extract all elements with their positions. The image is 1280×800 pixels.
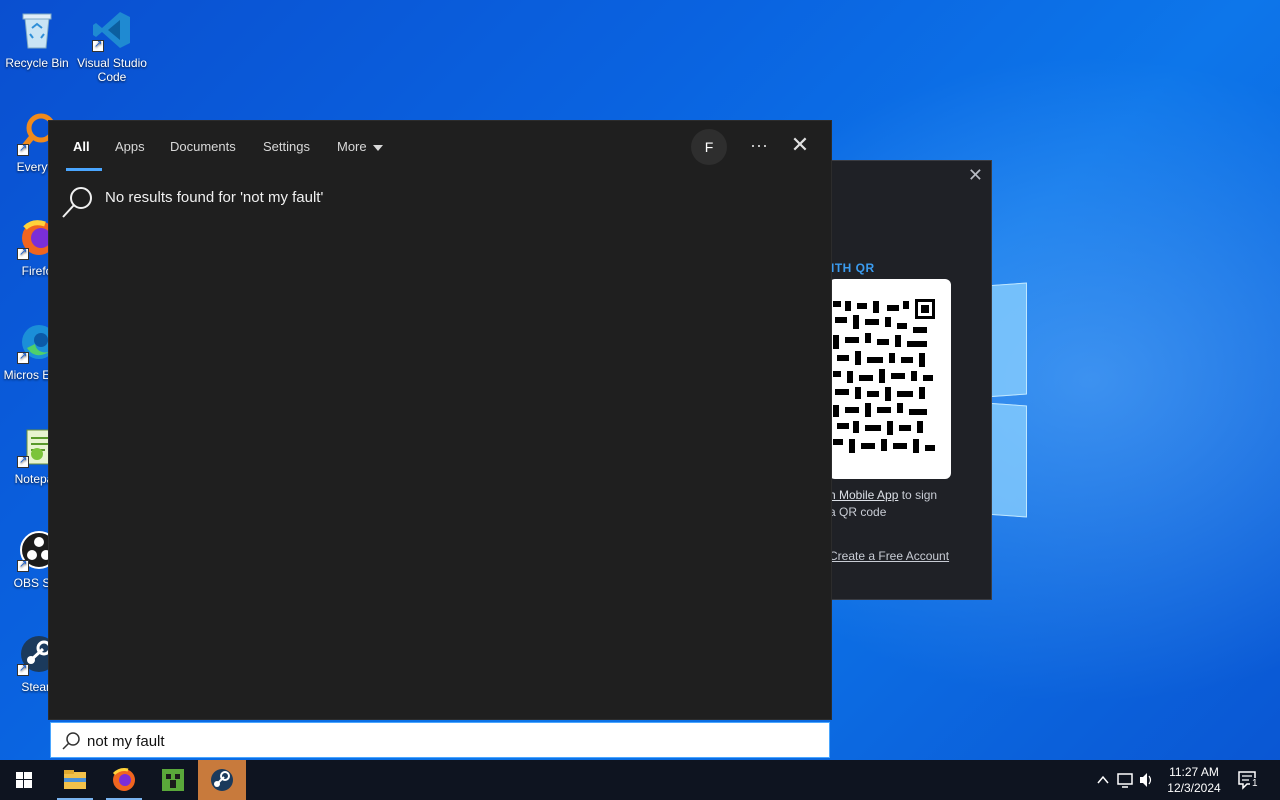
qr-code-card [829,279,951,479]
taskbar-file-explorer[interactable] [51,760,99,800]
windows-start-icon [16,772,32,788]
qr-instructions-text: to sign [898,488,938,502]
no-results-message: No results found for 'not my fault' [105,189,324,206]
tab-all[interactable]: All [73,139,90,154]
volume-icon [1140,773,1147,787]
taskbar-firefox[interactable] [100,760,148,800]
search-panel: All Apps Documents Settings More F ··· ✕… [48,120,832,720]
tray-icons [1097,773,1152,788]
close-icon[interactable]: ✕ [968,165,983,186]
recycle-bin-icon [15,8,59,52]
desktop-icon-label: Recycle Bin [5,56,69,70]
active-tab-indicator [66,168,102,171]
close-button[interactable]: ✕ [789,133,811,159]
desktop-icon-label: Visual Studio Code [77,56,147,84]
tab-apps[interactable]: Apps [115,139,145,154]
avatar[interactable]: F [691,129,727,165]
search-input[interactable] [87,728,807,754]
create-account-link[interactable]: Create a Free Account [829,549,949,563]
system-tray [1094,760,1154,800]
more-options-button[interactable]: ··· [747,131,771,161]
qr-heading: ITH QR [831,261,875,275]
vscode-icon [90,8,134,52]
taskbar-steam[interactable] [198,760,246,800]
taskbar-clock[interactable]: 11:27 AM 12/3/2024 [1158,764,1230,796]
tab-more[interactable]: More [337,139,383,154]
clock-date: 12/3/2024 [1167,781,1221,795]
desktop-icon-vscode[interactable]: Visual Studio Code [75,8,149,84]
chevron-down-icon [372,144,383,151]
search-box[interactable] [50,722,830,758]
tab-settings[interactable]: Settings [263,139,310,154]
firefox-icon [112,768,135,791]
search-icon [62,732,80,750]
notification-count: 1 [1250,778,1260,789]
file-explorer-icon [64,770,86,789]
qr-code-image [833,299,935,453]
qr-instructions: n Mobile App to sign a QR code [829,487,989,521]
tab-documents[interactable]: Documents [170,139,236,154]
background-signin-window: ✕ ITH QR n Mobile App to sign a QR code … [828,160,992,600]
minecraft-icon [162,769,184,791]
notification-center-button[interactable]: 1 [1236,768,1260,792]
tab-more-label: More [337,139,367,154]
search-icon [62,187,92,218]
mobile-app-link[interactable]: n Mobile App [829,488,898,502]
taskbar: 11:27 AM 12/3/2024 1 [0,760,1280,800]
start-button[interactable] [0,760,48,800]
chevron-up-icon [1097,775,1109,784]
network-icon [1117,773,1133,785]
clock-time: 11:27 AM [1169,765,1219,779]
qr-instructions-text-2: a QR code [829,505,887,519]
desktop-icon-recycle-bin[interactable]: Recycle Bin [0,8,74,70]
steam-icon [211,769,233,791]
taskbar-minecraft[interactable] [149,760,197,800]
search-tabs: All Apps Documents Settings More F ··· ✕ [49,121,831,171]
